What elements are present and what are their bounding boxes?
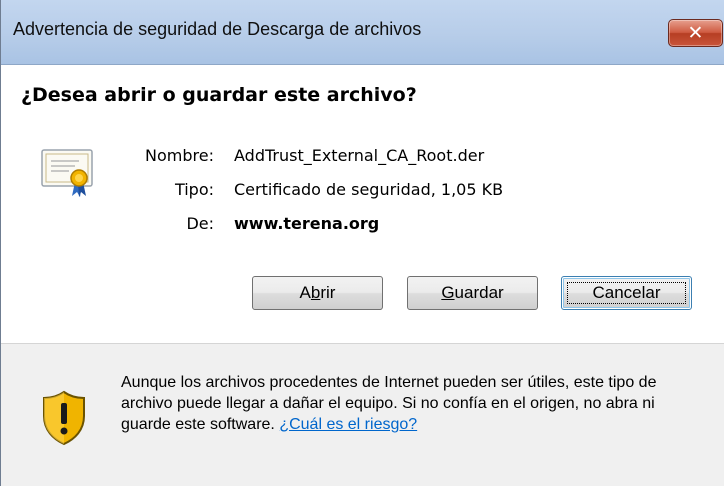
- open-label-accel: b: [310, 283, 321, 302]
- cancel-button[interactable]: Cancelar: [561, 276, 692, 310]
- file-type-value: Certificado de seguridad, 1,05 KB: [234, 180, 504, 199]
- certificate-icon: [41, 149, 93, 197]
- security-warning-dialog: Advertencia de seguridad de Descarga de …: [0, 0, 724, 486]
- title-bar[interactable]: Advertencia de seguridad de Descarga de …: [1, 0, 724, 65]
- file-source-value: www.terena.org: [234, 214, 380, 233]
- open-label-pre: A: [299, 283, 311, 302]
- close-icon: ✕: [687, 22, 704, 44]
- open-button-label: Abrir: [300, 283, 336, 303]
- save-label-post: uardar: [454, 283, 504, 302]
- focus-ring: [567, 282, 686, 304]
- open-button[interactable]: Abrir: [252, 276, 383, 310]
- save-button-label: Guardar: [441, 283, 503, 303]
- save-label-accel: G: [441, 283, 455, 302]
- close-button[interactable]: ✕: [668, 19, 723, 47]
- file-source-label: De:: [186, 214, 214, 233]
- window-title: Advertencia de seguridad de Descarga de …: [13, 19, 422, 39]
- file-name-label: Nombre:: [145, 146, 214, 165]
- file-type-label: Tipo:: [174, 180, 214, 199]
- warning-message: Aunque los archivos procedentes de Inter…: [121, 372, 706, 435]
- file-name-value: AddTrust_External_CA_Root.der: [234, 146, 485, 165]
- risk-link[interactable]: ¿Cuál es el riesgo?: [279, 416, 417, 433]
- save-button[interactable]: Guardar: [407, 276, 538, 310]
- dialog-question: ¿Desea abrir o guardar este archivo?: [21, 84, 417, 106]
- shield-warning-icon: [43, 390, 85, 446]
- open-label-post: rir: [320, 283, 336, 302]
